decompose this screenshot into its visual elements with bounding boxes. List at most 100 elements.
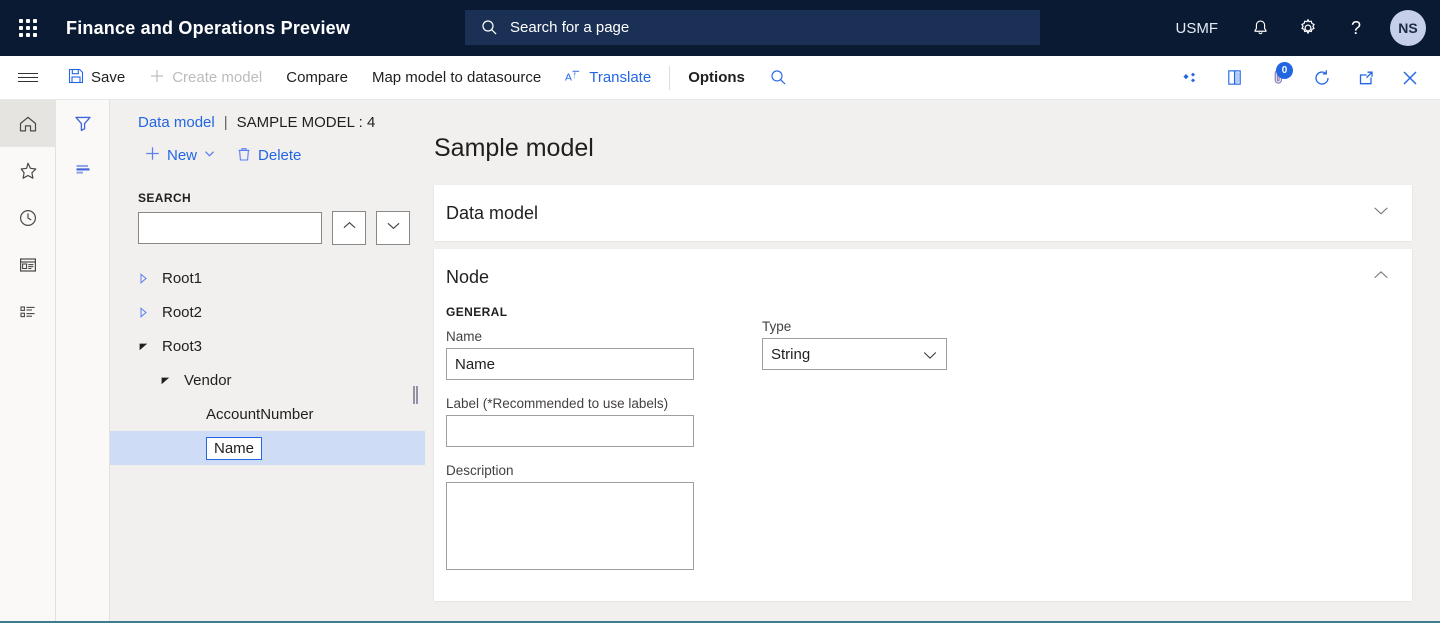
- node-fields-right-column: Type StringIntegerRealDateDateTimeBoolea…: [762, 305, 947, 575]
- attachment-icon[interactable]: 0: [1256, 56, 1300, 100]
- search-icon: [481, 19, 498, 36]
- breadcrumb-link-data-model[interactable]: Data model: [138, 114, 215, 131]
- question-mark-icon[interactable]: ?: [1332, 0, 1380, 56]
- action-bar: Save Create model Compare Map model to d…: [0, 56, 1440, 100]
- avatar[interactable]: NS: [1390, 10, 1426, 46]
- name-input[interactable]: [446, 348, 694, 380]
- create-model-button[interactable]: Create model: [137, 56, 274, 100]
- refresh-icon[interactable]: [1300, 56, 1344, 100]
- chevron-up-icon: [341, 219, 358, 237]
- tree-node-label: Root2: [162, 303, 203, 321]
- tree-toolbar: New Delete: [110, 131, 425, 171]
- svg-text:A: A: [565, 72, 572, 83]
- tree-node-root2[interactable]: Root2: [110, 295, 425, 329]
- app-launcher-icon[interactable]: [0, 0, 56, 56]
- hamburger-menu-icon[interactable]: [0, 56, 56, 100]
- options-label: Options: [688, 69, 745, 86]
- save-icon: [68, 68, 84, 88]
- section-title: Node: [446, 266, 490, 287]
- sidebar-item-workspaces[interactable]: [0, 241, 56, 288]
- tree-node-label: Root1: [162, 269, 203, 287]
- search-section-label: SEARCH: [138, 191, 192, 205]
- filter-rail: [56, 100, 110, 623]
- type-field-label: Type: [762, 319, 792, 334]
- bell-icon[interactable]: [1236, 0, 1284, 56]
- sort-lines-icon[interactable]: [56, 146, 110, 192]
- plus-icon: [149, 68, 165, 88]
- tree-node-rename-input[interactable]: [206, 436, 262, 460]
- sidebar-item-favorites[interactable]: [0, 147, 56, 194]
- left-navigation-rail: [0, 100, 56, 623]
- action-bar-right-icons: 0: [1168, 56, 1440, 100]
- options-button[interactable]: Options: [676, 56, 757, 100]
- plus-icon: [144, 145, 161, 166]
- type-select[interactable]: StringIntegerRealDateDateTimeBooleanEnum…: [762, 338, 947, 370]
- close-icon[interactable]: [1388, 56, 1432, 100]
- tree-node-root3[interactable]: Root3: [110, 329, 425, 363]
- home-icon: [19, 116, 37, 131]
- svg-text:?: ?: [1351, 18, 1361, 38]
- section-data-model-header[interactable]: Data model: [434, 185, 1412, 241]
- tree-node-vendor[interactable]: Vendor: [110, 363, 425, 397]
- sidebar-item-modules[interactable]: [0, 288, 56, 335]
- sidebar-item-home[interactable]: [0, 100, 56, 147]
- workspaces-icon: [19, 257, 37, 272]
- description-textarea[interactable]: [446, 482, 694, 570]
- tree-node-accountnumber[interactable]: AccountNumber: [110, 397, 425, 431]
- new-button[interactable]: New: [136, 140, 224, 171]
- chevron-right-collapsed-icon[interactable]: [138, 306, 162, 318]
- label-input[interactable]: [446, 415, 694, 447]
- type-select-wrapper: StringIntegerRealDateDateTimeBooleanEnum…: [762, 338, 947, 370]
- global-search-placeholder: Search for a page: [510, 19, 630, 36]
- label-field-label: Label (*Recommended to use labels): [446, 396, 669, 411]
- name-field-label: Name: [446, 329, 483, 344]
- action-bar-divider: [669, 65, 671, 90]
- chevron-down-icon: [385, 219, 402, 237]
- action-bar-search-icon[interactable]: [757, 56, 801, 100]
- gear-icon[interactable]: [1284, 0, 1332, 56]
- node-fields: GENERAL Name Label (*Recommended to use …: [434, 305, 1412, 601]
- pane-splitter-handle[interactable]: [413, 386, 420, 404]
- modules-list-icon: [20, 305, 35, 317]
- chevron-right-collapsed-icon[interactable]: [138, 272, 162, 284]
- translate-button[interactable]: Aᚠ Translate: [553, 56, 663, 100]
- search-previous-button[interactable]: [332, 211, 366, 245]
- node-fields-left-column: GENERAL Name Label (*Recommended to use …: [446, 305, 751, 575]
- section-title: Data model: [446, 202, 539, 223]
- chevron-up-icon[interactable]: [1372, 268, 1390, 286]
- save-button[interactable]: Save: [56, 56, 137, 100]
- chevron-down-expanded-icon[interactable]: [160, 375, 184, 386]
- office-app-icon[interactable]: [1212, 56, 1256, 100]
- delete-label: Delete: [258, 147, 302, 164]
- application-window: Finance and Operations Preview Search fo…: [0, 0, 1440, 623]
- section-data-model: Data model: [434, 185, 1412, 241]
- global-search-box[interactable]: Search for a page: [465, 10, 1040, 45]
- section-node-header[interactable]: Node: [434, 249, 1412, 305]
- compare-button[interactable]: Compare: [274, 56, 360, 100]
- create-model-label: Create model: [172, 69, 263, 86]
- model-tree: Root1 Root2 Root3 Vendor AccountNumber N…: [110, 245, 425, 465]
- tree-node-label: Root3: [162, 337, 203, 355]
- tree-node-root1[interactable]: Root1: [110, 261, 425, 295]
- delete-button[interactable]: Delete: [228, 141, 309, 171]
- filter-funnel-icon[interactable]: [56, 100, 110, 146]
- details-pane: Sample model Data model Node GENERAL Nam…: [425, 100, 1440, 623]
- search-next-button[interactable]: [376, 211, 410, 245]
- sidebar-item-recent[interactable]: [0, 194, 56, 241]
- tree-node-label: Vendor: [184, 371, 232, 389]
- chevron-down-icon[interactable]: [1372, 204, 1390, 222]
- translate-label: Translate: [589, 69, 652, 86]
- general-group-label: GENERAL: [446, 305, 508, 319]
- compare-label: Compare: [286, 69, 348, 86]
- search-input[interactable]: [138, 212, 322, 244]
- chevron-down-icon: [203, 147, 216, 164]
- chevron-down-expanded-icon[interactable]: [138, 341, 162, 352]
- map-model-to-datasource-button[interactable]: Map model to datasource: [360, 56, 553, 100]
- open-in-new-window-icon[interactable]: [1344, 56, 1388, 100]
- company-selector[interactable]: USMF: [1158, 20, 1237, 37]
- svg-text:ᚠ: ᚠ: [573, 70, 578, 79]
- section-node: Node GENERAL Name Label (*Recommended to…: [434, 249, 1412, 601]
- personalize-icon[interactable]: [1168, 56, 1212, 100]
- tree-node-name[interactable]: [110, 431, 425, 465]
- translate-icon: Aᚠ: [565, 68, 582, 88]
